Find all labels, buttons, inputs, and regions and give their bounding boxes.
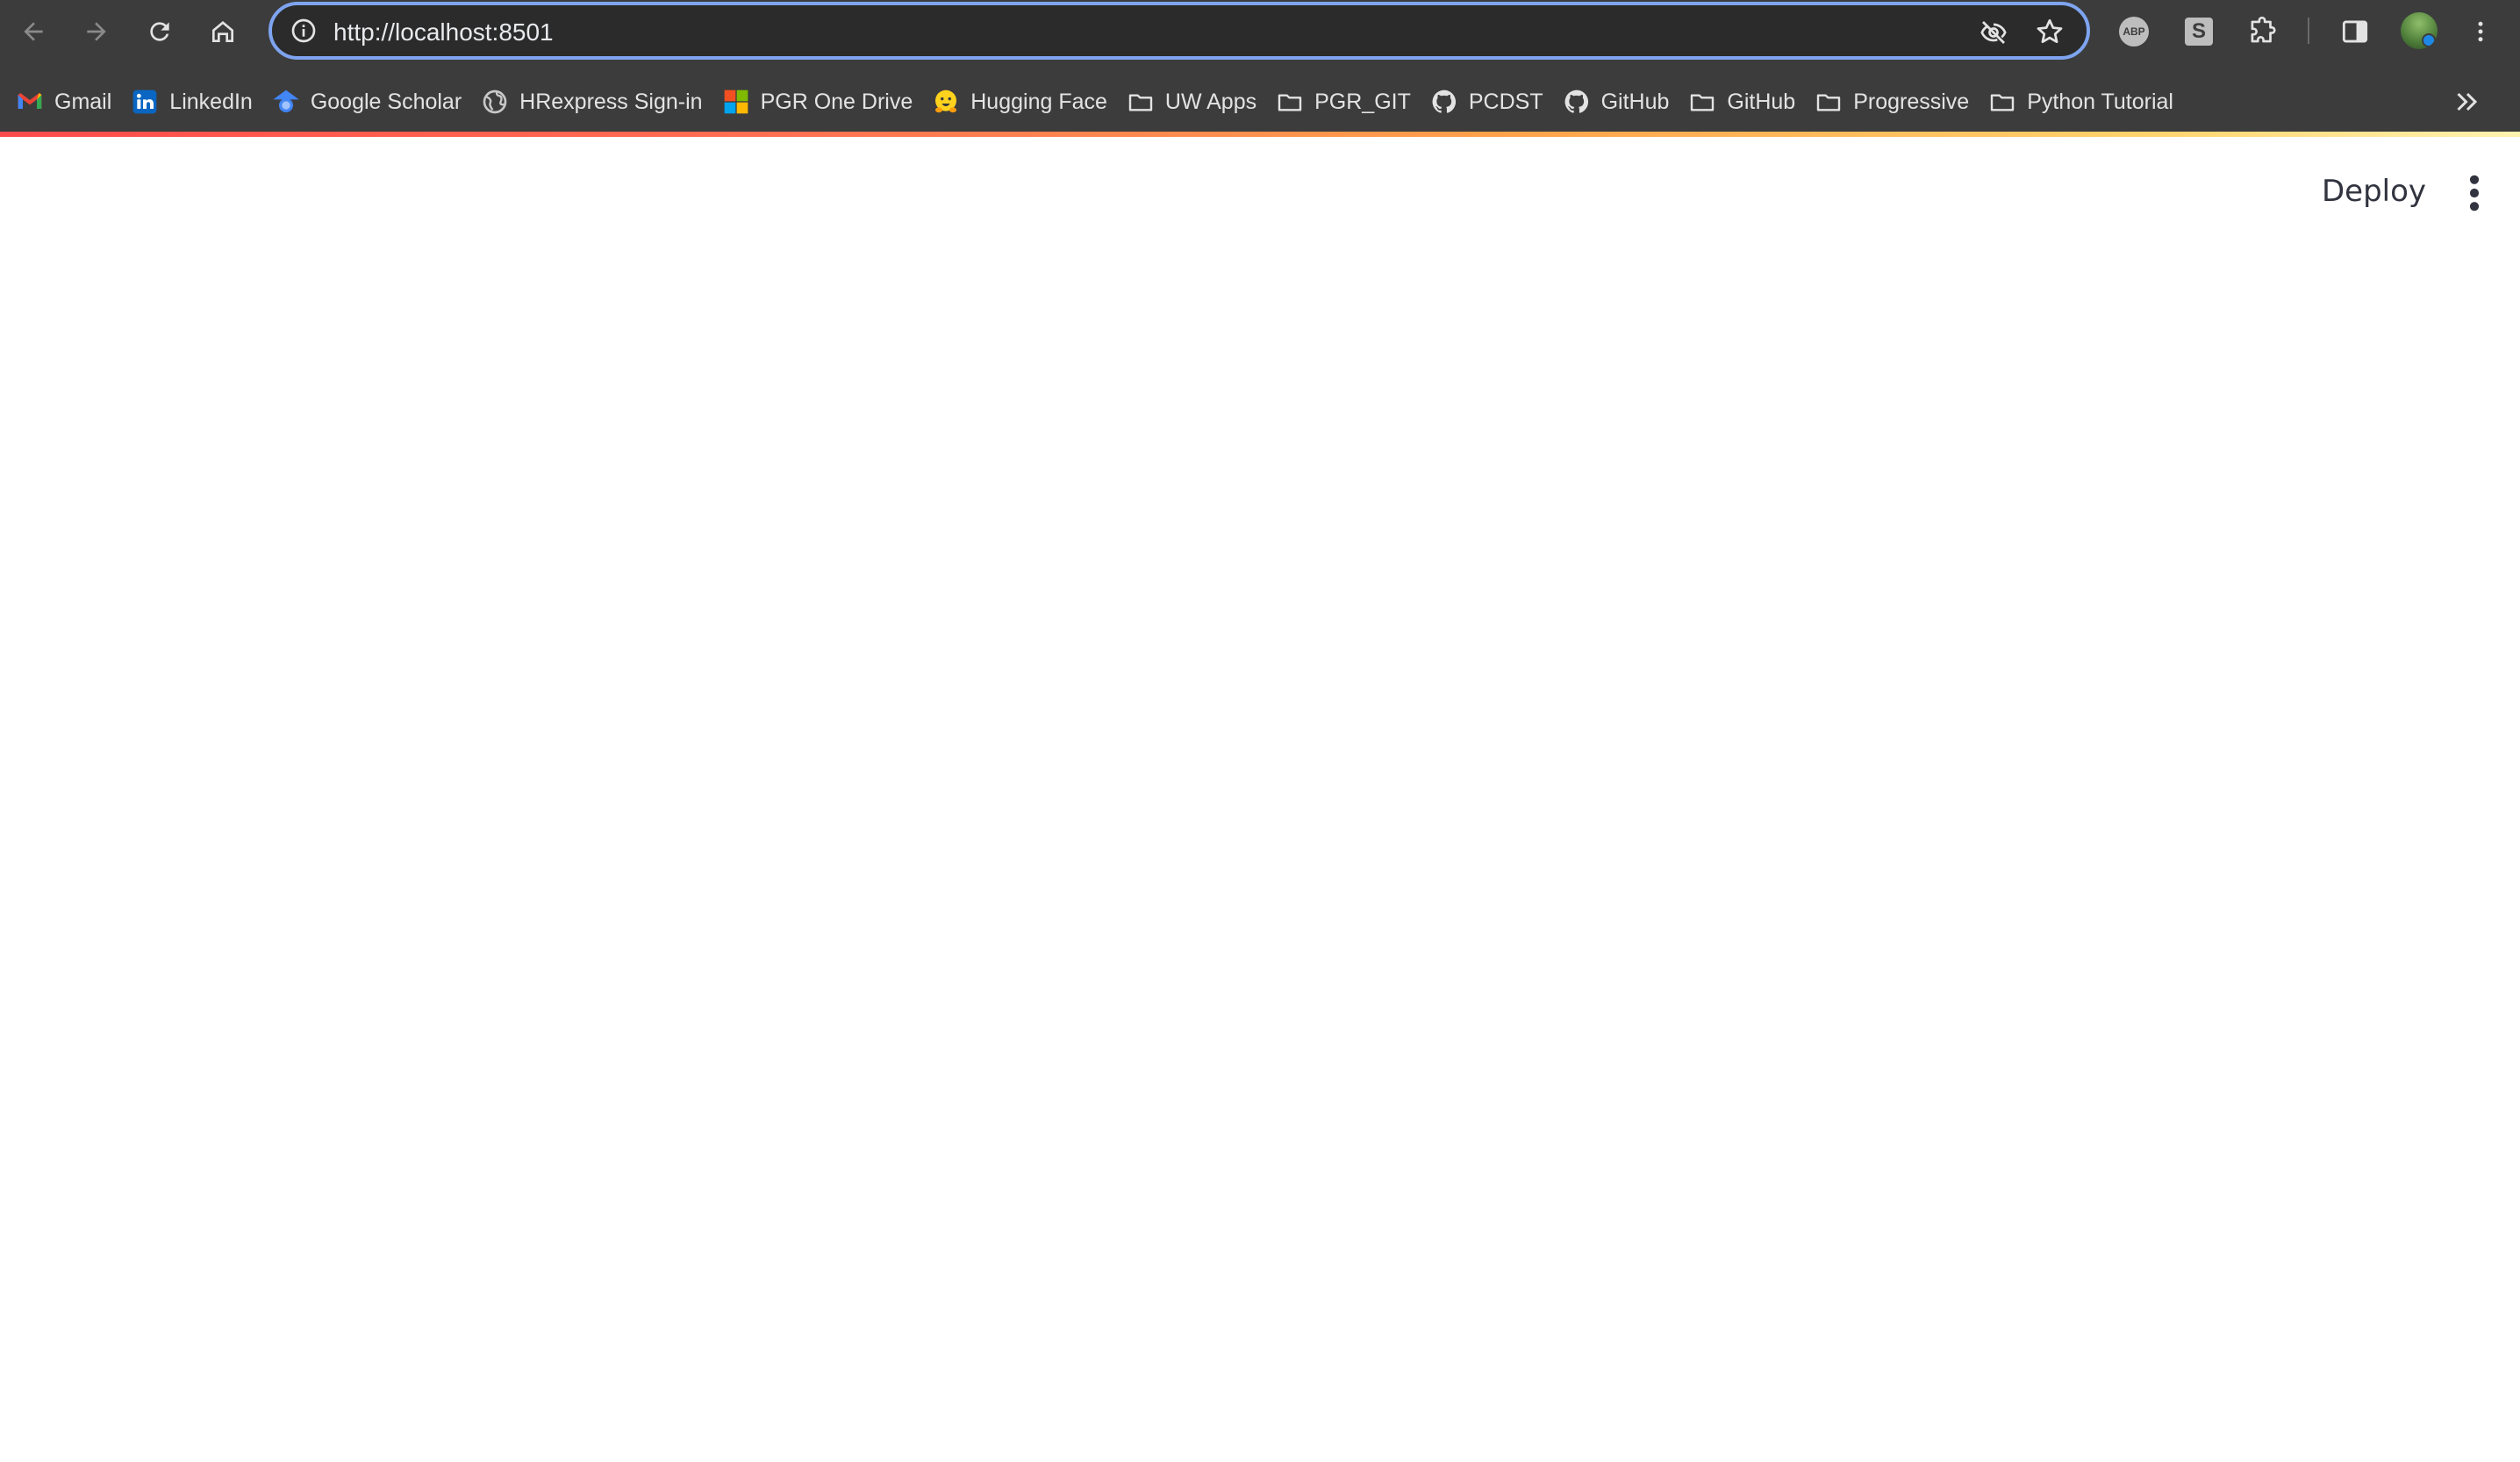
bookmarks-bar: Gmail LinkedIn Google Scholar HRexpress …	[0, 77, 2520, 126]
browser-toolbar: http://localhost:8501 ABP S	[0, 0, 2520, 63]
kebab-icon	[2478, 21, 2483, 42]
home-icon	[212, 21, 233, 42]
folder-icon	[1988, 88, 2016, 116]
folder-icon	[1688, 88, 1716, 116]
bookmark-folder-pgr-git[interactable]: PGR_GIT	[1276, 79, 1430, 125]
main-menu-button[interactable]	[2455, 168, 2494, 218]
side-panel-button[interactable]	[2337, 14, 2373, 49]
abp-icon: ABP	[2119, 17, 2149, 47]
scholar-icon	[272, 88, 300, 116]
extensions-button[interactable]	[2244, 14, 2280, 49]
address-bar[interactable]: http://localhost:8501	[268, 2, 2090, 60]
folder-icon	[1127, 88, 1155, 116]
linkedin-icon	[131, 88, 159, 116]
bookmark-pcdst[interactable]: PCDST	[1430, 79, 1563, 125]
reload-icon	[150, 22, 169, 41]
forward-button[interactable]	[77, 12, 116, 51]
arrow-right-icon	[87, 22, 106, 41]
github-icon	[1563, 88, 1591, 116]
microsoft-icon	[722, 88, 750, 116]
puzzle-icon	[2251, 16, 2276, 43]
bookmark-linkedin[interactable]: LinkedIn	[131, 79, 272, 125]
streamlit-app: Deploy	[0, 137, 2520, 1462]
deploy-button[interactable]: Deploy	[2302, 163, 2445, 219]
reload-button[interactable]	[140, 12, 179, 51]
s-extension-icon: S	[2185, 18, 2213, 46]
kebab-icon	[2469, 175, 2480, 211]
toolbar-divider	[2308, 18, 2309, 44]
bookmark-hugging-face[interactable]: Hugging Face	[932, 79, 1127, 125]
browser-menu-button[interactable]	[2466, 14, 2495, 49]
browser-chrome: http://localhost:8501 ABP S Gmail Linked…	[0, 0, 2520, 132]
arrow-left-icon	[24, 22, 43, 41]
url-text[interactable]: http://localhost:8501	[333, 18, 554, 47]
hugging-face-icon	[932, 88, 960, 116]
bookmark-github[interactable]: GitHub	[1563, 79, 1689, 125]
folder-icon	[1276, 88, 1304, 116]
globe-icon	[481, 88, 509, 116]
bookmark-hrexpress[interactable]: HRexpress Sign-in	[481, 79, 721, 125]
bookmark-folder-github[interactable]: GitHub	[1688, 79, 1815, 125]
profile-avatar[interactable]	[2401, 12, 2438, 49]
bookmark-folder-uw-apps[interactable]: UW Apps	[1127, 79, 1276, 125]
info-icon[interactable]	[290, 17, 318, 45]
side-panel-icon	[2342, 20, 2368, 43]
adblock-extension[interactable]: ABP	[2116, 14, 2151, 49]
gmail-icon	[16, 88, 44, 116]
bookmark-pgr-one-drive[interactable]: PGR One Drive	[722, 79, 933, 125]
s-extension[interactable]: S	[2181, 14, 2216, 49]
bookmark-gmail[interactable]: Gmail	[16, 79, 131, 125]
folder-icon	[1815, 88, 1843, 116]
bookmark-folder-progressive[interactable]: Progressive	[1815, 79, 1988, 125]
chevron-double-right-icon[interactable]	[2452, 86, 2483, 118]
bookmark-google-scholar[interactable]: Google Scholar	[272, 79, 481, 125]
home-button[interactable]	[204, 12, 242, 51]
bookmark-folder-python-tutorial[interactable]: Python Tutorial	[1988, 79, 2193, 125]
github-icon	[1430, 88, 1458, 116]
star-icon[interactable]	[2034, 16, 2065, 47]
eye-slash-icon[interactable]	[1978, 17, 2009, 48]
back-button[interactable]	[14, 12, 53, 51]
